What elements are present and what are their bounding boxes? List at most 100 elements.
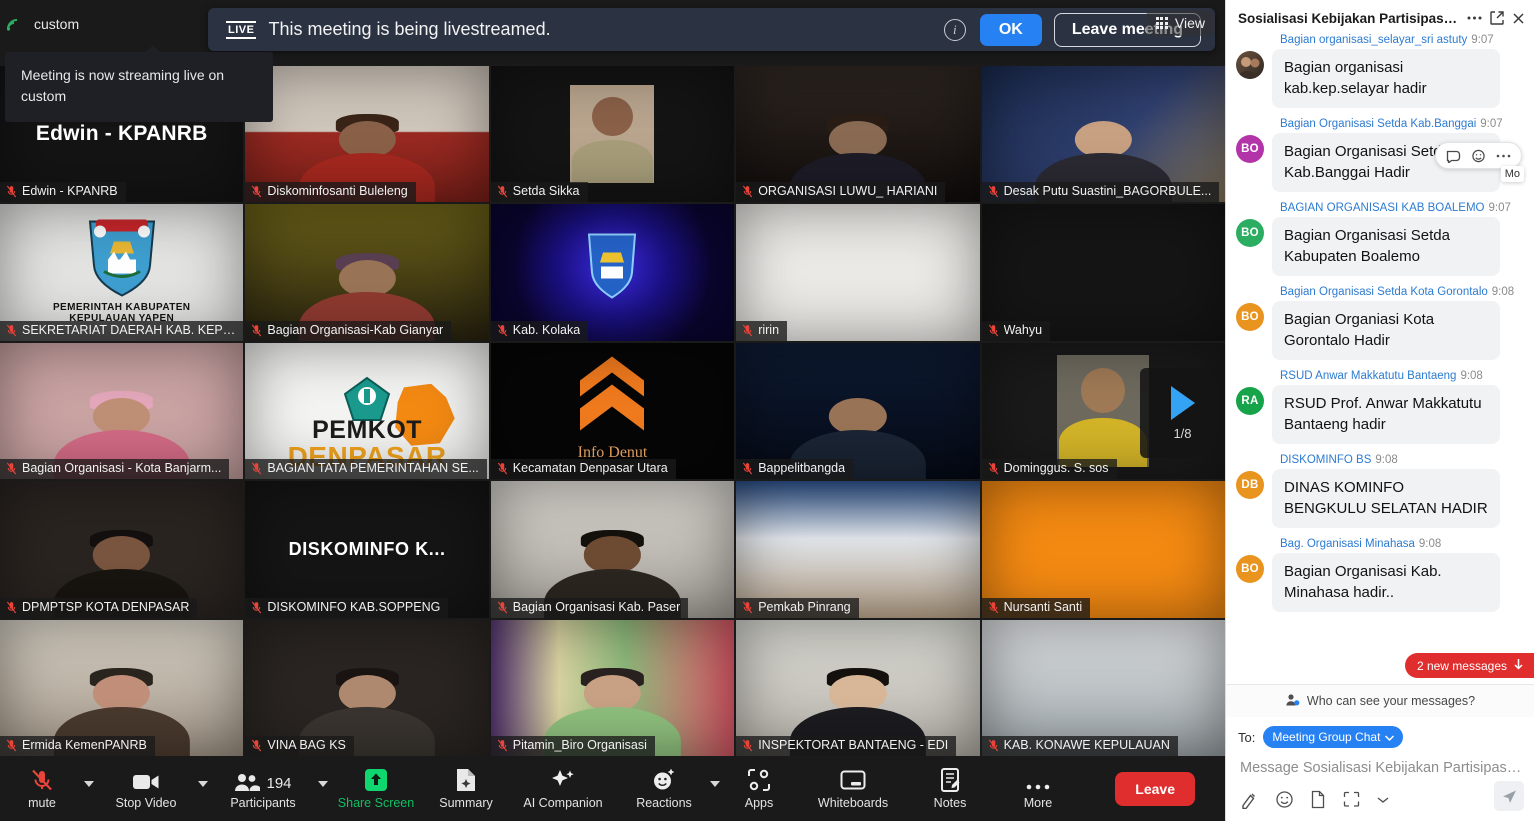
participant-name-bar: SEKRETARIAT DAERAH KAB. KEPU... bbox=[0, 320, 244, 341]
popout-icon[interactable] bbox=[1489, 10, 1505, 26]
view-button-label: View bbox=[1174, 15, 1205, 31]
toolbar-participants-button[interactable]: 194 Participants bbox=[208, 760, 318, 818]
participant-tile[interactable]: Info Denut Kecamatan Denpasar Utara bbox=[490, 342, 735, 480]
participants-icon: 194 bbox=[234, 768, 292, 792]
chat-header: Sosialisasi Kebijakan Partisipasi ... bbox=[1226, 0, 1534, 34]
participant-tile[interactable]: ORGANISASI LUWU_ HARIANI bbox=[736, 66, 980, 203]
file-icon[interactable] bbox=[1310, 790, 1326, 809]
toolbar-item-label: Notes bbox=[933, 795, 967, 810]
emoji-icon[interactable] bbox=[1471, 148, 1486, 163]
reply-icon[interactable] bbox=[1446, 149, 1461, 163]
chevron-up-icon[interactable] bbox=[198, 780, 208, 787]
chat-title: Sosialisasi Kebijakan Partisipasi ... bbox=[1238, 10, 1460, 26]
participant-tile[interactable]: Nursanti Santi bbox=[981, 481, 1225, 618]
toolbar-reactions-button[interactable]: Reactions bbox=[618, 760, 710, 818]
avatar: DB bbox=[1236, 471, 1264, 499]
participant-tile[interactable]: VINA BAG KS bbox=[245, 619, 489, 756]
participant-name-bar: DPMPTSP KOTA DENPASAR bbox=[0, 597, 198, 618]
participant-tile[interactable]: Pemkab Pinrang bbox=[736, 481, 980, 618]
chat-message-time: 9:07 bbox=[1488, 202, 1511, 214]
leave-button[interactable]: Leave bbox=[1115, 771, 1195, 806]
chat-message-meta: Bagian organisasi_selayar_sri astuty 9:07 bbox=[1280, 34, 1524, 46]
chevron-down-icon[interactable] bbox=[1377, 796, 1389, 804]
next-page-button[interactable]: 1/8 bbox=[1140, 368, 1225, 458]
participant-tile[interactable]: Kab. Kolaka bbox=[490, 204, 735, 341]
who-can-see-messages-link[interactable]: Who can see your messages? bbox=[1226, 684, 1534, 717]
participant-tile[interactable]: Bappelitbangda bbox=[736, 342, 980, 480]
participant-tile[interactable]: Setda Sikka bbox=[490, 66, 735, 203]
view-button[interactable]: View bbox=[1145, 10, 1215, 36]
avatar: BO bbox=[1236, 555, 1264, 583]
emoji-icon[interactable] bbox=[1275, 790, 1294, 809]
participant-tile[interactable]: PEMKOT DENPASAR BAGIAN TATA PEMERINTAHAN S… bbox=[245, 342, 489, 480]
reactions-smiley-icon bbox=[652, 768, 676, 792]
screenshot-icon[interactable] bbox=[1342, 790, 1361, 809]
chat-message[interactable]: Bagian Organisasi Setda Kab.Banggai 9:07 B… bbox=[1236, 118, 1524, 192]
chat-message[interactable]: DISKOMINFO BS 9:08 DB DINAS KOMINFO BENGKUL… bbox=[1236, 454, 1524, 528]
toolbar-item-label: Stop Video bbox=[115, 795, 177, 810]
participant-tile[interactable]: Ermida KemenPANRB bbox=[0, 619, 244, 756]
toolbar-more-button[interactable]: More bbox=[992, 760, 1084, 818]
toolbar-apps-button[interactable]: Apps bbox=[720, 760, 798, 818]
chat-message[interactable]: BAGIAN ORGANISASI KAB BOALEMO 9:07 BO Bagia… bbox=[1236, 202, 1524, 276]
participant-tile[interactable]: Bagian Organisasi - Kota Banjarm... bbox=[0, 342, 244, 480]
chat-message-list[interactable]: Bagian organisasi_selayar_sri astuty 9:07… bbox=[1226, 34, 1534, 684]
whiteboard-icon bbox=[840, 768, 866, 792]
chevron-up-icon[interactable] bbox=[710, 780, 720, 787]
chevron-up-icon[interactable] bbox=[318, 780, 328, 787]
participant-name: Nursanti Santi bbox=[1003, 599, 1083, 614]
participant-name-bar: ririn bbox=[736, 320, 788, 341]
participant-name: Diskominfosanti Buleleng bbox=[267, 184, 408, 199]
avatar: RA bbox=[1236, 387, 1264, 415]
more-dots-icon[interactable] bbox=[1496, 153, 1511, 159]
participant-tile[interactable]: Bagian Organisasi Kab. Paser bbox=[490, 481, 735, 618]
participant-tile[interactable]: ririn bbox=[736, 204, 980, 341]
participant-tile[interactable]: PEMERINTAH KABUPATEN KEPULAUAN YAPEN SEKRE… bbox=[0, 204, 244, 341]
summary-doc-icon bbox=[455, 768, 477, 792]
chat-message[interactable]: Bagian organisasi_selayar_sri astuty 9:07… bbox=[1236, 34, 1524, 108]
participant-name-bar: Bagian Organisasi-Kab Gianyar bbox=[245, 320, 452, 341]
chat-message-sender: RSUD Anwar Makkatutu Bantaeng bbox=[1280, 370, 1457, 382]
chat-message-input[interactable]: Message Sosialisasi Kebijakan Partisipas… bbox=[1238, 756, 1522, 776]
chat-message-time: 9:08 bbox=[1375, 454, 1398, 466]
participant-tile[interactable]: DPMPTSP KOTA DENPASAR bbox=[0, 481, 244, 618]
tile-display-name: Edwin - KPANRB bbox=[35, 122, 208, 146]
chat-message[interactable]: Bag. Organisasi Minahasa 9:08 BO Bagian Org… bbox=[1236, 538, 1524, 612]
toolbar-share-screen-button[interactable]: Share Screen bbox=[328, 760, 424, 818]
participant-tile[interactable]: INSPEKTORAT BANTAENG - EDI bbox=[736, 619, 980, 756]
participant-tile[interactable]: Wahyu bbox=[981, 204, 1225, 341]
info-icon[interactable]: i bbox=[943, 18, 966, 41]
message-hover-actions[interactable] bbox=[1435, 142, 1522, 169]
participant-tile[interactable]: Pitamin_Biro Organisasi bbox=[490, 619, 735, 756]
chat-message-text: DINAS KOMINFO BENGKULU SELATAN HADIR bbox=[1272, 469, 1500, 528]
chat-message-meta: BAGIAN ORGANISASI KAB BOALEMO 9:07 bbox=[1280, 202, 1524, 214]
more-dots-icon[interactable] bbox=[1466, 10, 1483, 26]
participant-name: SEKRETARIAT DAERAH KAB. KEPU... bbox=[22, 322, 236, 337]
avatar: BO bbox=[1236, 135, 1264, 163]
recipient-selector[interactable]: Meeting Group Chat bbox=[1263, 726, 1404, 748]
participant-tile[interactable]: KAB. KONAWE KEPULAUAN bbox=[981, 619, 1225, 756]
toolbar-stop-video-button[interactable]: Stop Video bbox=[94, 760, 198, 818]
chat-message-text: Bagian Organisasi Setda Kabupaten Boalem… bbox=[1272, 217, 1500, 276]
page-indicator: 1/8 bbox=[1173, 425, 1192, 441]
close-icon[interactable] bbox=[1511, 11, 1526, 26]
chat-message-text: RSUD Prof. Anwar Makkatutu Bantaeng hadi… bbox=[1272, 385, 1500, 444]
toolbar-item-label: mute bbox=[28, 795, 56, 810]
format-text-icon[interactable] bbox=[1240, 791, 1259, 809]
toolbar-whiteboards-button[interactable]: Whiteboards bbox=[798, 760, 908, 818]
chat-message[interactable]: Bagian Organisasi Setda Kota Gorontalo 9:… bbox=[1236, 286, 1524, 360]
chevron-up-icon[interactable] bbox=[84, 780, 94, 787]
toolbar-mute-button[interactable]: mute bbox=[0, 760, 84, 818]
participant-tile[interactable]: Bagian Organisasi-Kab Gianyar bbox=[245, 204, 489, 341]
participant-tile[interactable]: Desak Putu Suastini_BAGORBULE... bbox=[981, 66, 1225, 203]
participant-tile[interactable]: DISKOMINFO K... DISKOMINFO KAB.SOPPENG bbox=[245, 481, 489, 618]
toolbar-summary-button[interactable]: Summary bbox=[424, 760, 508, 818]
new-messages-badge[interactable]: 2 new messages bbox=[1404, 653, 1534, 678]
send-button[interactable] bbox=[1494, 781, 1524, 811]
participant-tile[interactable]: Diskominfosanti Buleleng bbox=[245, 66, 489, 203]
toolbar-ai-companion-button[interactable]: AI Companion bbox=[508, 760, 618, 818]
toolbar-notes-button[interactable]: Notes bbox=[908, 760, 992, 818]
ok-button[interactable]: OK bbox=[979, 13, 1042, 46]
toolbar-item-label: Participants bbox=[230, 795, 296, 810]
chat-message[interactable]: RSUD Anwar Makkatutu Bantaeng 9:08 RA RSUD … bbox=[1236, 370, 1524, 444]
